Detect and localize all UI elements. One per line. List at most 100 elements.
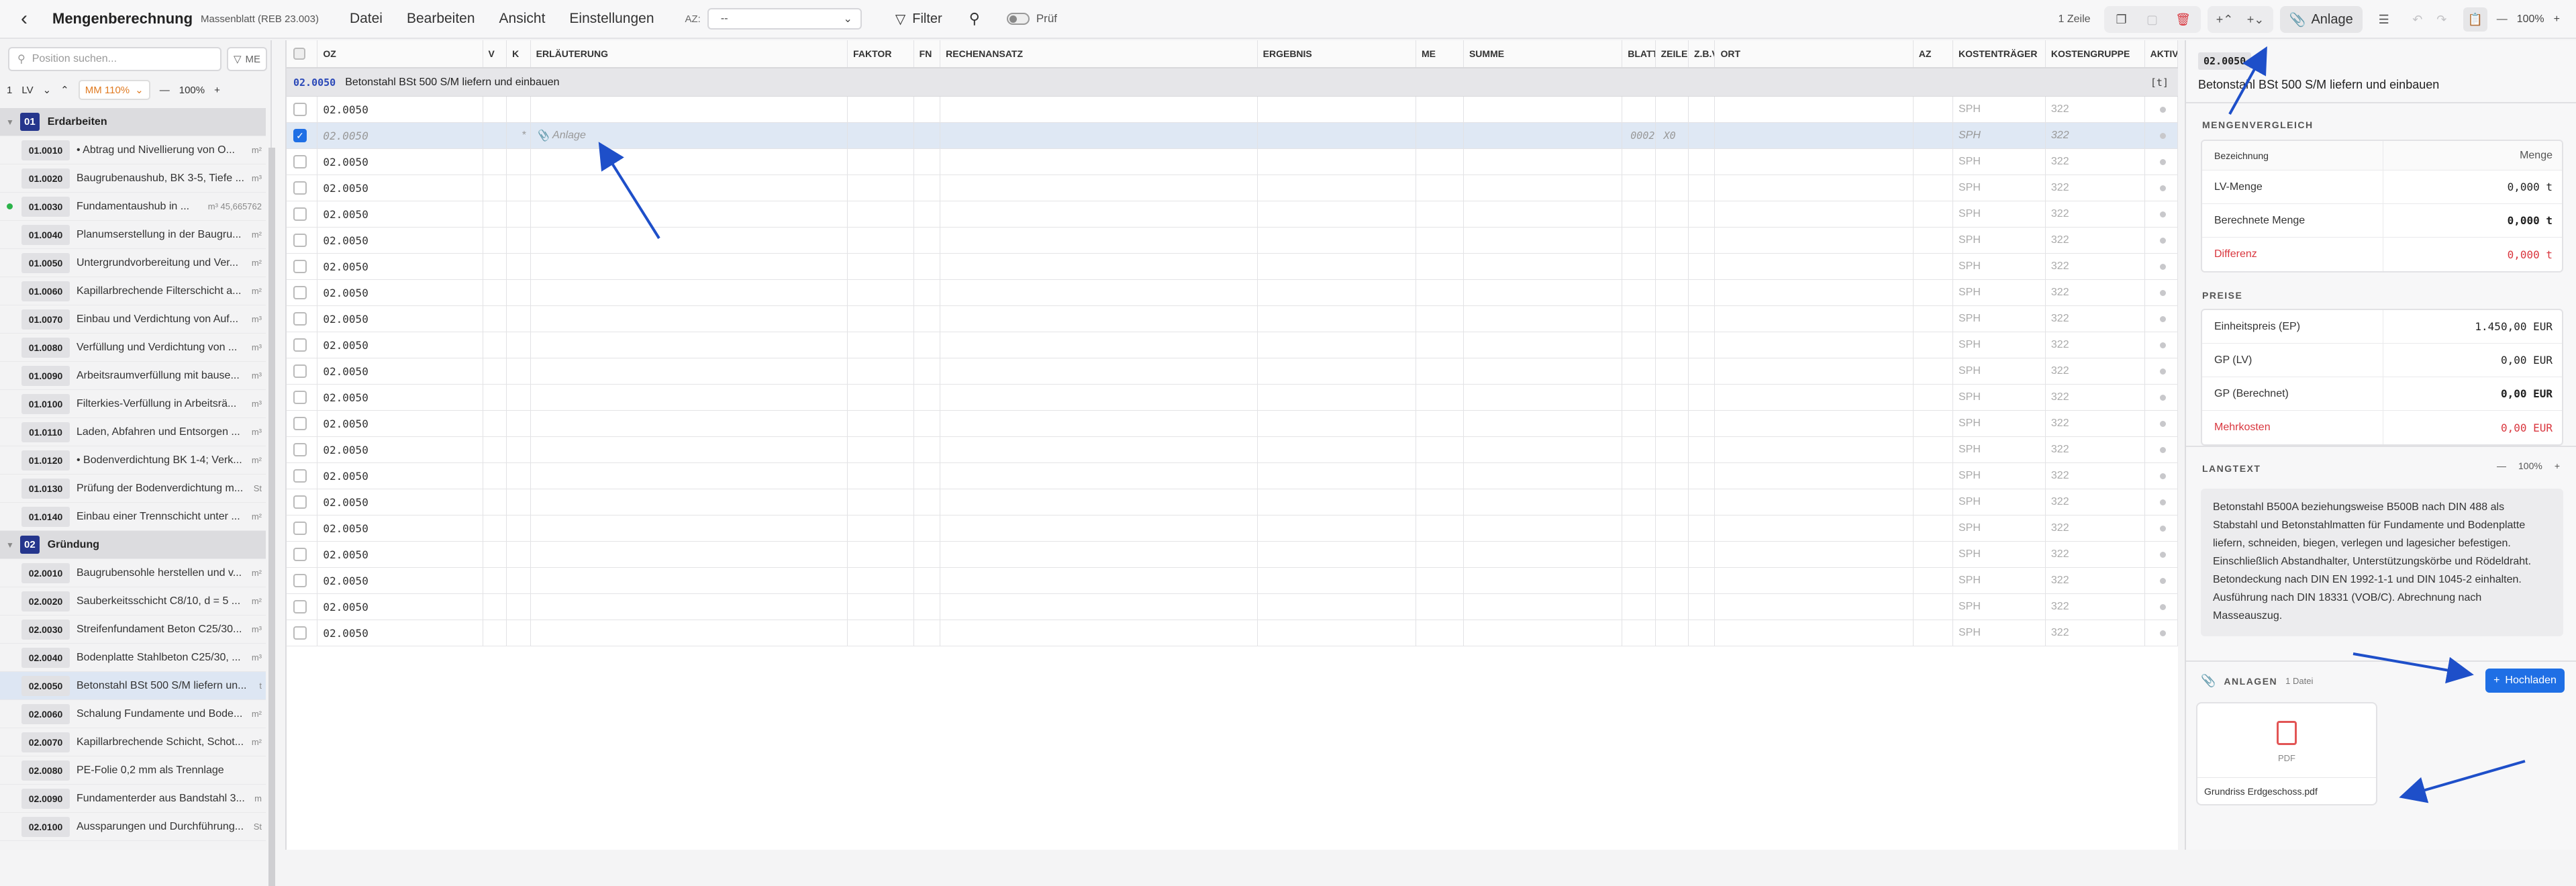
grid-cell[interactable] [914, 568, 941, 593]
grid-cell[interactable] [1622, 332, 1656, 358]
grid-cell[interactable] [1656, 149, 1689, 175]
grid-cell[interactable] [914, 385, 941, 410]
grid-cell[interactable] [914, 463, 941, 489]
grid-cell[interactable] [1416, 594, 1464, 620]
grid-cell[interactable] [1715, 515, 1914, 541]
grid-cell[interactable] [940, 620, 1258, 646]
grid-cell[interactable] [1715, 254, 1914, 279]
grid-cell[interactable] [940, 97, 1258, 122]
grid-cell[interactable] [1689, 254, 1716, 279]
grid-cell[interactable]: 322 [2046, 254, 2145, 279]
grid-cell[interactable] [914, 228, 941, 253]
grid-cell[interactable] [2145, 358, 2178, 384]
grid-cell[interactable] [1464, 463, 1623, 489]
grid-cell[interactable] [1914, 358, 1953, 384]
table-row[interactable]: 02.0050 SPH 322 [287, 306, 2178, 332]
grid-cell[interactable] [1416, 489, 1464, 515]
grid-cell[interactable]: SPH [1953, 489, 2046, 515]
grid-cell[interactable] [2145, 228, 2178, 253]
grid-cell[interactable] [507, 175, 531, 201]
grid-cell[interactable] [1715, 385, 1914, 410]
grid-cell[interactable] [1689, 201, 1716, 227]
grid-cell[interactable] [531, 332, 848, 358]
grid-cell[interactable] [2145, 254, 2178, 279]
grid-cell[interactable] [531, 437, 848, 462]
grid-cell[interactable] [940, 489, 1258, 515]
chevron-down-icon[interactable]: ▼ [0, 540, 20, 550]
aktiv-indicator[interactable] [2159, 394, 2166, 401]
grid-cell[interactable] [2145, 385, 2178, 410]
grid-cell[interactable] [1715, 123, 1914, 148]
grid-cell[interactable] [1914, 515, 1953, 541]
grid-cell[interactable] [507, 254, 531, 279]
grid-cell[interactable] [914, 254, 941, 279]
grid-cell[interactable] [1258, 489, 1416, 515]
chevron-down-icon[interactable]: ▼ [0, 117, 20, 127]
grid-cell[interactable] [914, 280, 941, 305]
grid-cell[interactable] [1464, 228, 1623, 253]
grid-cell[interactable]: SPH [1953, 149, 2046, 175]
grid-cell[interactable] [1258, 437, 1416, 462]
grid-cell[interactable] [1622, 306, 1656, 332]
grid-cell[interactable] [1689, 411, 1716, 436]
grid-cell[interactable] [1656, 594, 1689, 620]
grid-cell[interactable] [914, 201, 941, 227]
grid-cell[interactable] [1914, 385, 1953, 410]
grid-cell[interactable] [1914, 149, 1953, 175]
table-row[interactable]: 02.0050 SPH 322 [287, 568, 2178, 594]
grid-cell[interactable] [1416, 437, 1464, 462]
row-checkbox[interactable] [293, 234, 307, 247]
row-checkbox[interactable] [293, 495, 307, 509]
aktiv-indicator[interactable] [2159, 315, 2166, 322]
position-item[interactable]: 01.0070 Einbau und Verdichtung von Auf..… [0, 305, 266, 334]
grid-cell[interactable]: 322 [2046, 542, 2145, 567]
menu-einstellungen[interactable]: Einstellungen [569, 11, 654, 27]
grid-cell[interactable] [1689, 358, 1716, 384]
grid-cell[interactable] [1656, 411, 1689, 436]
grid-cell[interactable]: SPH [1953, 568, 2046, 593]
grid-cell[interactable] [1914, 228, 1953, 253]
aktiv-indicator[interactable] [2159, 211, 2166, 217]
grid-cell[interactable] [1464, 97, 1623, 122]
grid-cell[interactable] [1416, 332, 1464, 358]
table-row[interactable]: ✓ 02.0050 * 📎 Anlage 0002 X0 SPH 322 [287, 123, 2178, 149]
grid-cell[interactable]: 322 [2046, 489, 2145, 515]
col-header[interactable]: RECHENANSATZ [940, 40, 1258, 67]
grid-cell[interactable] [483, 542, 507, 567]
menu-datei[interactable]: Datei [350, 11, 383, 27]
grid-cell[interactable]: 0002 [1622, 123, 1656, 148]
grid-cell[interactable] [483, 358, 507, 384]
position-search[interactable]: ⚲ Position suchen... [8, 47, 221, 71]
row-checkbox[interactable] [293, 443, 307, 456]
grid-cell[interactable] [2145, 542, 2178, 567]
grid-cell[interactable] [2145, 306, 2178, 332]
grid-cell[interactable] [1258, 385, 1416, 410]
grid-cell[interactable] [2145, 437, 2178, 462]
grid-cell[interactable] [2145, 515, 2178, 541]
grid-cell[interactable] [1656, 201, 1689, 227]
grid-cell[interactable] [848, 201, 914, 227]
aktiv-indicator[interactable] [2159, 263, 2166, 270]
table-row[interactable]: 02.0050 SPH 322 [287, 358, 2178, 385]
grid-cell[interactable] [848, 542, 914, 567]
grid-cell[interactable] [531, 280, 848, 305]
grid-cell[interactable]: SPH [1953, 280, 2046, 305]
grid-cell[interactable]: 02.0050 [317, 515, 483, 541]
table-row[interactable]: 02.0050 SPH 322 [287, 280, 2178, 306]
position-item[interactable]: 01.0090 Arbeitsraumverfüllung mit bause.… [0, 362, 266, 390]
grid-cell[interactable] [940, 332, 1258, 358]
grid-cell[interactable] [1464, 515, 1623, 541]
search-icon[interactable]: ⚲ [969, 10, 980, 28]
grid-cell[interactable] [1689, 306, 1716, 332]
grid-cell[interactable] [848, 306, 914, 332]
row-checkbox[interactable] [293, 155, 307, 168]
grid-cell[interactable] [848, 358, 914, 384]
grid-cell[interactable] [483, 594, 507, 620]
paste-icon[interactable]: ▢ [2140, 7, 2165, 32]
grid-cell[interactable]: 02.0050 [317, 594, 483, 620]
grid-cell[interactable]: 322 [2046, 463, 2145, 489]
grid-cell[interactable] [531, 201, 848, 227]
grid-cell[interactable]: SPH [1953, 332, 2046, 358]
grid-cell[interactable] [1416, 306, 1464, 332]
table-row[interactable]: 02.0050 SPH 322 [287, 594, 2178, 620]
